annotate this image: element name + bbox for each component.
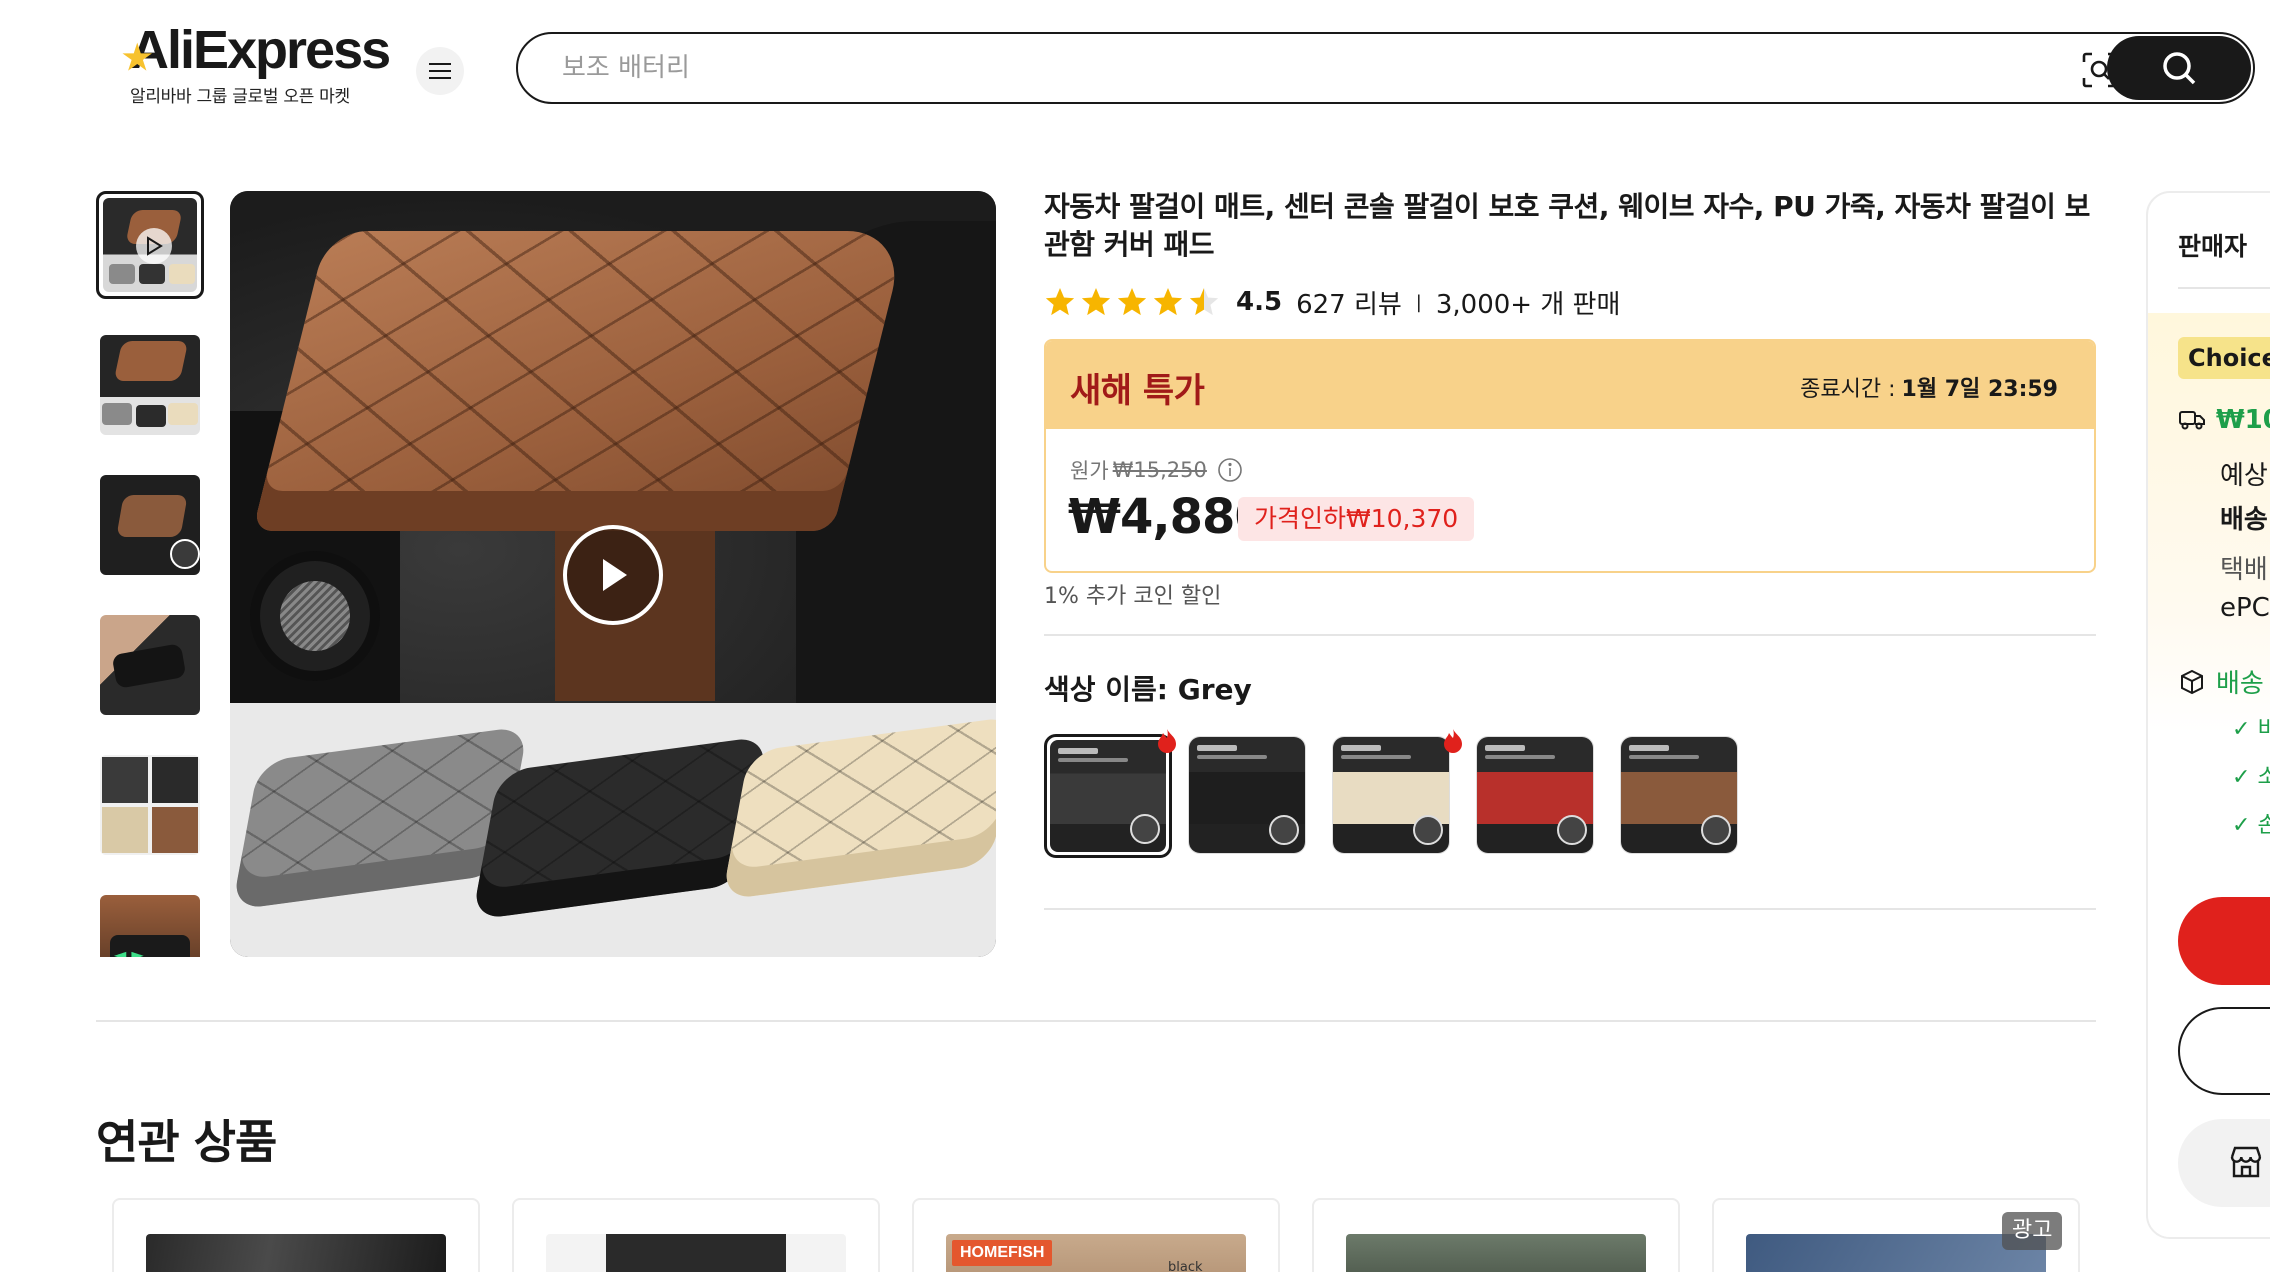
star-icon	[1117, 288, 1147, 316]
thumbnail-4[interactable]	[96, 611, 204, 719]
guarantee-item-1: ✓ 비	[2232, 717, 2270, 742]
sold-count: 3,000+ 개 판매	[1435, 289, 1621, 320]
hot-flame-icon	[1158, 729, 1176, 753]
thumbnail-3[interactable]	[96, 471, 204, 579]
play-icon	[603, 559, 627, 591]
related-product-card-1[interactable]	[112, 1198, 480, 1272]
discount-badge: 가격인하₩10,370	[1238, 497, 1475, 541]
search-bar	[516, 32, 2255, 104]
play-icon	[136, 228, 172, 264]
logo-text: AliExpress	[130, 20, 391, 80]
guarantee-label: 배송	[2216, 669, 2264, 699]
product-photo-car-console	[230, 191, 996, 741]
shipping-price: ₩10	[2216, 405, 2270, 435]
divider	[1044, 908, 2096, 910]
related-product-image	[1346, 1234, 1646, 1272]
guarantee-item-3: ✓ 손	[2232, 813, 2270, 838]
video-play-button[interactable]	[563, 525, 663, 625]
aliexpress-logo[interactable]: ★ AliExpress 알리바바 그룹 글로벌 오픈 마켓	[122, 22, 391, 107]
related-product-card-4[interactable]	[1312, 1198, 1680, 1272]
thumbnail-video[interactable]	[96, 191, 204, 299]
star-icon	[1189, 288, 1219, 316]
truck-icon	[2179, 411, 2205, 430]
related-product-image: HOMEFISH black	[946, 1234, 1246, 1272]
sale-price: ₩4,880	[1068, 489, 1268, 545]
add-to-cart-button[interactable]	[2178, 1007, 2270, 1095]
original-price-row: 원가 ₩15,250	[1070, 455, 1243, 485]
thumbnail-6[interactable]: ◄ ►	[96, 891, 204, 957]
delivery-guarantee-row[interactable]: 배송	[2178, 663, 2264, 700]
info-icon[interactable]	[1217, 457, 1243, 483]
star-icon	[1153, 288, 1183, 316]
divider	[96, 1020, 2096, 1022]
thumbnail-5[interactable]	[96, 751, 204, 859]
logo-wordmark: ★ AliExpress	[122, 22, 391, 78]
star-icon	[1081, 288, 1111, 316]
thumbnail-list: ◄ ►	[96, 191, 204, 957]
courier-name: ePC	[2220, 593, 2270, 623]
divider	[1044, 634, 2096, 636]
store-icon	[2230, 1146, 2262, 1178]
product-photo-color-variants	[230, 703, 996, 957]
search-input[interactable]	[562, 48, 1962, 88]
color-swatch-red[interactable]	[1476, 736, 1594, 854]
review-count-link[interactable]: 627 리뷰	[1296, 284, 1402, 321]
star-icon	[1045, 288, 1075, 316]
color-swatch-grey[interactable]	[1044, 734, 1172, 858]
related-product-image	[546, 1234, 846, 1272]
logo-tagline: 알리바바 그룹 글로벌 오픈 마켓	[130, 87, 350, 107]
rating-row: 4.5 627 리뷰 | 3,000+ 개 판매	[1044, 284, 1620, 320]
deal-end-time: 종료시간 :1월 7일 23:59	[1800, 371, 2058, 403]
brand-badge: HOMEFISH	[952, 1240, 1053, 1266]
original-price-label: 원가	[1070, 459, 1109, 483]
buy-now-button[interactable]	[2178, 897, 2270, 985]
ad-badge: 광고	[2002, 1212, 2063, 1250]
courier-label: 택배	[2220, 555, 2268, 585]
related-products-title: 연관 상품	[96, 1115, 277, 1169]
original-price: ₩15,250	[1112, 458, 1207, 482]
guarantee-item-2: ✓ 소	[2232, 765, 2270, 790]
deal-box: 새해 특가 종료시간 :1월 7일 23:59 원가 ₩15,250 ₩4,88…	[1044, 339, 2096, 573]
thumbnail-2[interactable]	[96, 331, 204, 439]
deal-end-label: 종료시간 :	[1800, 377, 1896, 402]
search-button[interactable]	[2107, 36, 2251, 100]
delivery-date: 배송	[2220, 505, 2268, 535]
related-product-card-3[interactable]: HOMEFISH black	[912, 1198, 1280, 1272]
seller-label[interactable]: 판매자	[2178, 227, 2247, 263]
main-product-media[interactable]	[230, 191, 996, 957]
product-title: 자동차 팔걸이 매트, 센터 콘솔 팔걸이 보호 쿠션, 웨이브 자수, PU …	[1044, 190, 2090, 261]
deal-header: 새해 특가 종료시간 :1월 7일 23:59	[1046, 341, 2094, 429]
box-icon	[2181, 669, 2203, 694]
coin-discount-note: 1% 추가 코인 할인	[1044, 584, 1222, 609]
delivery-estimate: 예상	[2220, 461, 2268, 491]
color-swatch-brown[interactable]	[1620, 736, 1738, 854]
menu-button[interactable]	[416, 47, 464, 95]
choice-badge: Choice	[2178, 337, 2270, 379]
menu-icon	[429, 63, 451, 79]
variant-label: black	[1168, 1260, 1203, 1272]
color-swatch-beige[interactable]	[1332, 736, 1450, 854]
search-icon	[2163, 52, 2196, 85]
separator: |	[1415, 291, 1422, 313]
star-rating[interactable]	[1044, 286, 1220, 318]
deal-end-value: 1월 7일 23:59	[1901, 377, 2058, 402]
rating-value: 4.5	[1236, 287, 1283, 317]
color-swatch-black[interactable]	[1188, 736, 1306, 854]
related-product-card-2[interactable]	[512, 1198, 880, 1272]
related-product-image	[1746, 1234, 2046, 1272]
shipping-fee-row: ₩10	[2178, 405, 2270, 435]
logo-star-icon: ★	[122, 39, 153, 77]
divider	[2178, 287, 2270, 289]
related-product-image	[146, 1234, 446, 1272]
purchase-side-panel: 판매자 Choice ₩10 예상 배송 택배 ePC 배송 ✓ 비 ✓ 소 ✓…	[2146, 191, 2270, 1239]
hot-flame-icon	[1444, 729, 1462, 753]
deal-title: 새해 특가	[1070, 371, 1205, 411]
store-button[interactable]	[2178, 1119, 2270, 1207]
color-name-label: 색상 이름: Grey	[1044, 673, 1252, 706]
